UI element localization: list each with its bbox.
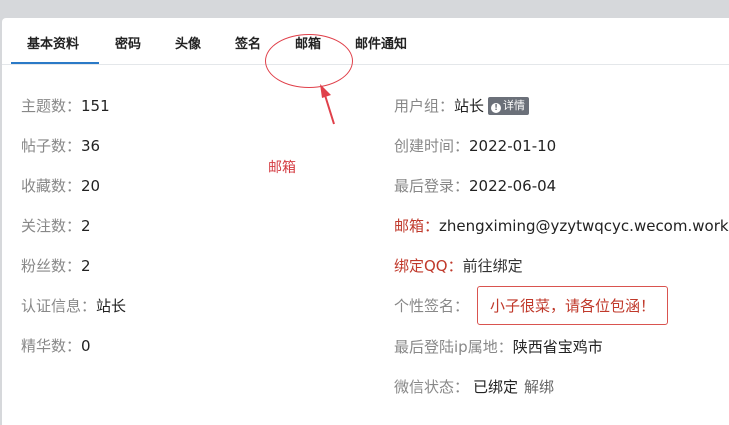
stat-value: 0 — [81, 337, 91, 355]
bind-qq-link[interactable]: 前往绑定 — [463, 257, 523, 275]
info-label: 个性签名： — [394, 297, 470, 315]
info-label: 最后登陆ip属地： — [394, 338, 513, 356]
stat-value: 36 — [81, 137, 101, 155]
stat-label: 粉丝数： — [21, 257, 82, 275]
info-label: 邮箱： — [394, 217, 440, 235]
info-ip-location: 最后登陆ip属地：陕西省宝鸡市 — [394, 336, 603, 357]
tab-basic-info[interactable]: 基本资料 — [27, 18, 79, 64]
stat-value: 站长 — [96, 297, 127, 315]
info-label: 创建时间： — [394, 137, 470, 155]
stat-value: 151 — [81, 97, 110, 115]
info-user-group: 用户组：站长! 详情 — [394, 95, 530, 116]
active-tab-indicator — [11, 62, 99, 64]
stat-label: 关注数： — [21, 217, 82, 235]
stat-featured: 精华数：0 — [21, 335, 91, 356]
stat-label: 认证信息： — [21, 297, 97, 315]
profile-tabs: 基本资料 密码 头像 签名 邮箱 邮件通知 — [2, 18, 729, 65]
info-wechat: 微信状态： 已绑定 解绑 — [394, 376, 554, 397]
stat-followers: 粉丝数：2 — [21, 255, 91, 276]
tab-email[interactable]: 邮箱 — [295, 18, 321, 64]
info-qq: 绑定QQ：前往绑定 — [394, 255, 523, 276]
info-created-time: 创建时间：2022-01-10 — [394, 135, 556, 156]
stat-label: 收藏数： — [21, 177, 82, 195]
stat-favorites: 收藏数：20 — [21, 175, 100, 196]
stat-verification: 认证信息：站长 — [21, 295, 126, 316]
stat-value: 20 — [81, 177, 101, 195]
stat-value: 2 — [81, 257, 91, 275]
info-value: 站长 — [454, 97, 485, 115]
unbind-wechat-link[interactable]: 解绑 — [524, 378, 554, 396]
annotation-label: 邮箱 — [268, 160, 296, 176]
stat-following: 关注数：2 — [21, 215, 91, 236]
info-value: 2022-01-10 — [469, 137, 557, 155]
tab-email-notify[interactable]: 邮件通知 — [355, 18, 407, 64]
tab-signature[interactable]: 签名 — [235, 18, 261, 64]
info-icon: ! — [491, 103, 502, 113]
info-label: 用户组： — [394, 97, 455, 115]
tab-avatar[interactable]: 头像 — [175, 18, 201, 64]
info-label: 绑定QQ： — [394, 257, 463, 275]
details-badge-label: 详情 — [503, 99, 526, 112]
stat-posts: 帖子数：36 — [21, 135, 100, 156]
info-email: 邮箱：zhengximing@yzytwqcyc.wecom.work — [394, 215, 729, 236]
stat-value: 2 — [81, 217, 91, 235]
info-label: 微信状态： — [394, 378, 470, 396]
info-last-login: 最后登录：2022-06-04 — [394, 175, 556, 196]
info-signature: 个性签名： 小子很菜，请各位包涵！ — [394, 286, 669, 325]
arrow-annotation-icon — [320, 84, 335, 125]
info-value: 2022-06-04 — [469, 177, 557, 195]
details-badge[interactable]: ! 详情 — [488, 97, 530, 115]
email-value: zhengximing@yzytwqcyc.wecom.work — [439, 217, 729, 235]
stat-label: 精华数： — [21, 337, 82, 355]
info-value: 陕西省宝鸡市 — [512, 338, 603, 356]
info-label: 最后登录： — [394, 177, 470, 195]
stat-label: 主题数： — [21, 97, 82, 115]
wechat-status: 已绑定 — [473, 378, 519, 396]
profile-card: 基本资料 密码 头像 签名 邮箱 邮件通知 主题数：151 帖子数：36 收藏数… — [2, 18, 729, 425]
stat-topics: 主题数：151 — [21, 95, 110, 116]
tab-password[interactable]: 密码 — [115, 18, 141, 64]
stat-label: 帖子数： — [21, 137, 82, 155]
signature-box: 小子很菜，请各位包涵！ — [477, 286, 669, 325]
